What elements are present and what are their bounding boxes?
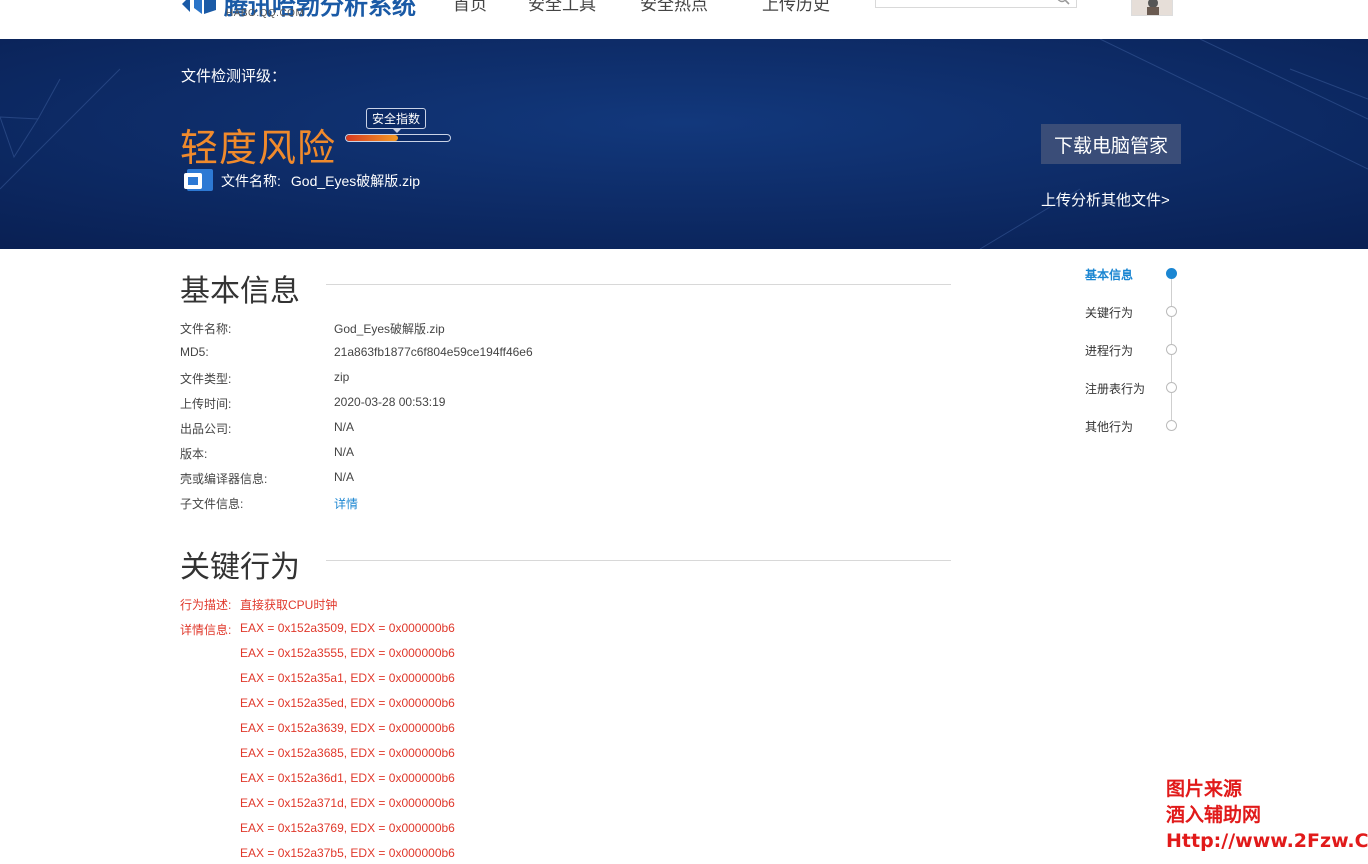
download-pc-manager-button[interactable]: 下载电脑管家 bbox=[1041, 124, 1181, 164]
info-value: N/A bbox=[334, 445, 355, 459]
section-divider bbox=[326, 284, 951, 285]
side-nav-dot[interactable] bbox=[1166, 344, 1177, 355]
behavior-description-value: 直接获取CPU时钟 bbox=[240, 598, 338, 612]
side-nav-dot[interactable] bbox=[1166, 382, 1177, 393]
security-index-bar bbox=[345, 134, 451, 142]
info-key: MD5: bbox=[180, 345, 209, 359]
side-nav-item[interactable]: 其他行为 bbox=[1085, 418, 1133, 435]
side-nav-item[interactable]: 关键行为 bbox=[1085, 304, 1133, 321]
behavior-detail-value: EAX = 0x152a3639, EDX = 0x000000b6 bbox=[240, 721, 455, 735]
zip-file-icon bbox=[184, 169, 213, 191]
nav-upload-history[interactable]: 上传历史 bbox=[762, 0, 830, 15]
info-key: 出品公司: bbox=[180, 422, 232, 436]
info-value: N/A bbox=[334, 420, 355, 434]
watermark-line: Http://www.2Fzw.Cn bbox=[1166, 830, 1368, 852]
rating-label: 文件检测评级： bbox=[181, 68, 287, 85]
watermark-line: 图片来源 bbox=[1166, 778, 1243, 800]
behavior-detail-value: EAX = 0x152a3555, EDX = 0x000000b6 bbox=[240, 646, 455, 660]
behavior-detail-value: EAX = 0x152a35a1, EDX = 0x000000b6 bbox=[240, 671, 455, 685]
info-value: God_Eyes破解版.zip bbox=[334, 322, 445, 336]
search-input[interactable] bbox=[875, 0, 1077, 8]
behavior-detail-value: EAX = 0x152a36d1, EDX = 0x000000b6 bbox=[240, 771, 455, 785]
avatar[interactable] bbox=[1131, 0, 1173, 16]
risk-level: 轻度风险 bbox=[180, 126, 337, 170]
security-index-fill bbox=[346, 135, 398, 141]
file-name-row: 文件名称: God_Eyes破解版.zip bbox=[221, 171, 420, 191]
side-nav-item[interactable]: 进程行为 bbox=[1085, 342, 1133, 359]
source-watermark: 图片来源 酒入辅助网 Http://www.2Fzw.Cn bbox=[1166, 776, 1368, 854]
behavior-detail-value: EAX = 0x152a371d, EDX = 0x000000b6 bbox=[240, 796, 455, 810]
info-key: 版本: bbox=[180, 447, 208, 461]
info-key: 上传时间: bbox=[180, 397, 232, 411]
info-key: 文件类型: bbox=[180, 372, 232, 386]
behavior-detail-value: EAX = 0x152a3685, EDX = 0x000000b6 bbox=[240, 746, 455, 760]
watermark-line: 酒入辅助网 bbox=[1166, 804, 1262, 826]
section-title-key-behavior: 关键行为 bbox=[180, 550, 300, 585]
upload-other-file-link[interactable]: 上传分析其他文件> bbox=[1041, 189, 1170, 210]
side-nav-dot[interactable] bbox=[1166, 306, 1177, 317]
side-nav-item[interactable]: 基本信息 bbox=[1085, 266, 1133, 283]
nav-security-news[interactable]: 安全热点 bbox=[640, 0, 708, 15]
info-value: 21a863fb1877c6f804e59ce194ff46e6 bbox=[334, 345, 533, 359]
user-avatar-icon bbox=[1147, 0, 1159, 15]
behavior-detail-value: EAX = 0x152a3769, EDX = 0x000000b6 bbox=[240, 821, 455, 835]
info-key: 壳或编译器信息: bbox=[180, 472, 268, 486]
section-divider bbox=[326, 560, 951, 561]
info-value: N/A bbox=[334, 470, 355, 484]
side-nav-dot[interactable] bbox=[1166, 268, 1177, 279]
side-nav-item[interactable]: 注册表行为 bbox=[1085, 380, 1145, 397]
result-banner: 文件检测评级： 轻度风险 安全指数 文件名称: God_Eyes破解版.zip 下… bbox=[0, 39, 1368, 249]
search-icon[interactable] bbox=[1056, 0, 1070, 5]
info-value: zip bbox=[334, 370, 350, 384]
file-name-label: 文件名称: bbox=[221, 173, 281, 189]
info-value: 2020-03-28 00:53:19 bbox=[334, 395, 446, 409]
habo-logo-icon bbox=[182, 0, 216, 14]
side-nav-dot[interactable] bbox=[1166, 420, 1177, 431]
behavior-detail-value: EAX = 0x152a37b5, EDX = 0x000000b6 bbox=[240, 846, 455, 860]
subfile-detail-link[interactable]: 详情 bbox=[334, 495, 358, 512]
nav-security-tools[interactable]: 安全工具 bbox=[528, 0, 596, 15]
section-title-basic-info: 基本信息 bbox=[180, 274, 300, 309]
info-key: 子文件信息: bbox=[180, 497, 244, 511]
info-key: 文件名称: bbox=[180, 322, 232, 336]
section-side-nav: 基本信息关键行为进程行为注册表行为其他行为 bbox=[1085, 264, 1185, 444]
behavior-detail-label: 详情信息: bbox=[180, 623, 232, 637]
logo-subtitle: HABO.QQ.COM bbox=[226, 8, 305, 19]
behavior-detail-value: EAX = 0x152a35ed, EDX = 0x000000b6 bbox=[240, 696, 455, 710]
top-nav: 腾讯哈勃分析系统 HABO.QQ.COM 首页 安全工具 安全热点 上传历史 bbox=[0, 0, 1368, 39]
nav-home[interactable]: 首页 bbox=[453, 0, 487, 15]
security-index-tag: 安全指数 bbox=[366, 108, 427, 133]
file-name-value: God_Eyes破解版.zip bbox=[290, 173, 421, 189]
behavior-description-label: 行为描述: bbox=[180, 598, 232, 612]
behavior-detail-value: EAX = 0x152a3509, EDX = 0x000000b6 bbox=[240, 621, 455, 635]
